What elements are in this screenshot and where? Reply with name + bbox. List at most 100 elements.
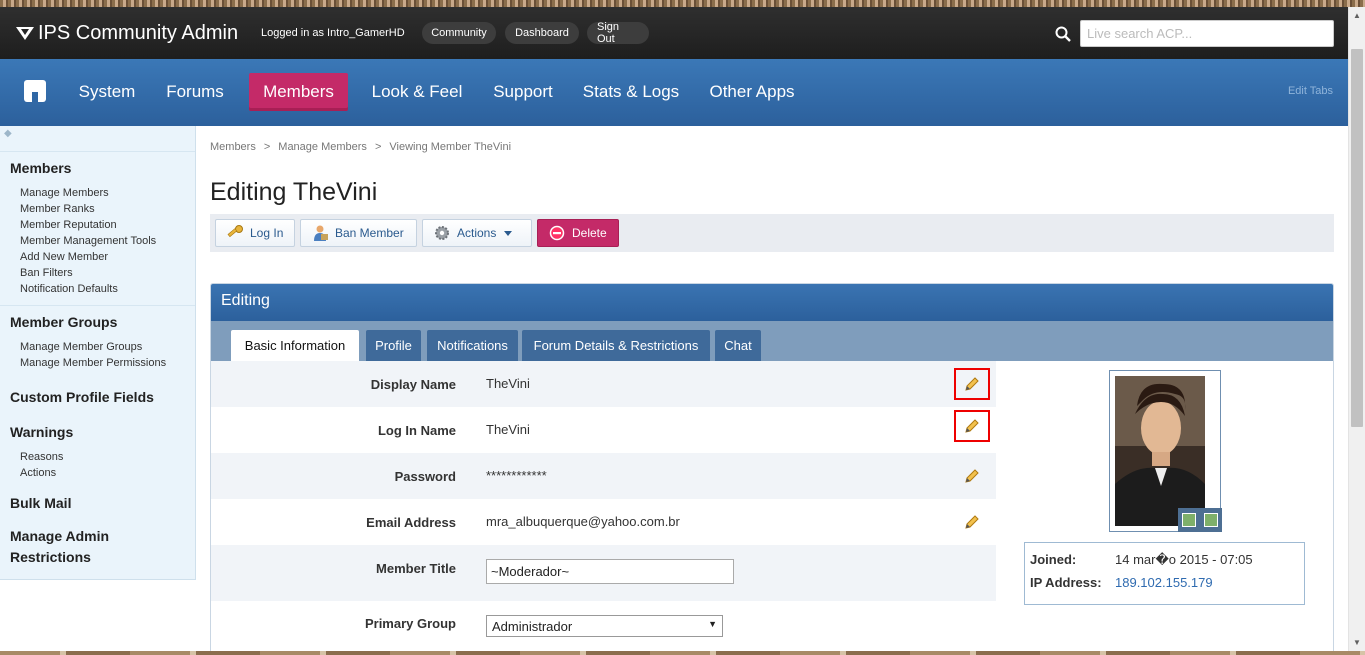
page-title: Editing TheVini [210,178,378,206]
sidebar-item-ban-filters[interactable]: Ban Filters [20,265,195,281]
tab-forum-details-restrictions[interactable]: Forum Details & Restrictions [522,330,710,361]
sidebar-group-title[interactable]: Manage Admin Restrictions [10,526,120,568]
bottom-decor-stripe [0,651,1365,655]
form-row-password: Password ************ [211,453,996,499]
delete-label: Delete [572,226,607,240]
avatar-actions [1178,508,1222,532]
ip-label: IP Address: [1030,575,1102,590]
tab-notifications[interactable]: Notifications [427,330,518,361]
form-row-email: Email Address mra_albuquerque@yahoo.com.… [211,499,996,545]
primary-group-select[interactable]: Administrador ▼ [486,615,723,637]
nav-tab-forums[interactable]: Forums [157,73,233,111]
app-title: IPS Community Admin [38,21,239,44]
editing-panel: Editing Basic Information Profile Notifi… [210,283,1334,655]
sidebar-group-title[interactable]: Members [10,158,195,179]
member-toolbar: Log In Ban Member Actions Delete [210,214,1334,252]
sidebar-item-actions[interactable]: Actions [20,465,195,481]
joined-value: 14 mar�o 2015 - 07:05 [1115,552,1253,567]
scroll-down-icon[interactable]: ▼ [1349,634,1365,651]
sidebar-item-member-management-tools[interactable]: Member Management Tools [20,233,195,249]
delete-icon [549,225,565,241]
breadcrumb-separator: > [374,141,382,153]
form-row-member-title: Member Title [211,545,996,601]
nav-tab-look-feel[interactable]: Look & Feel [364,73,470,111]
tab-profile[interactable]: Profile [366,330,421,361]
edit-login-name-button[interactable] [954,410,990,442]
admin-header: IPS Community Admin Logged in as Intro_G… [0,7,1348,59]
sidebar-collapse-icon[interactable]: ◆ [0,126,195,152]
primary-group-value: Administrador [492,619,573,634]
sidebar: ◆ Members Manage Members Member Ranks Me… [0,126,196,580]
login-name-label: Log In Name [377,423,456,438]
sidebar-item-member-reputation[interactable]: Member Reputation [20,217,195,233]
sidebar-item-manage-member-permissions[interactable]: Manage Member Permissions [20,355,195,371]
sidebar-item-member-ranks[interactable]: Member Ranks [20,201,195,217]
password-value: ************ [486,468,547,483]
tab-chat[interactable]: Chat [715,330,761,361]
sidebar-group-title[interactable]: Member Groups [10,312,195,333]
email-value: mra_albuquerque@yahoo.com.br [486,514,680,529]
community-link[interactable]: Community [422,22,496,44]
nav-tab-stats-logs[interactable]: Stats & Logs [576,73,686,111]
ip-row: IP Address: 189.102.155.179 [1030,575,1299,598]
login-as-button[interactable]: Log In [215,219,295,247]
form-row-display-name: Display Name TheVini [211,361,996,407]
breadcrumb-manage-members[interactable]: Manage Members [278,141,367,153]
sidebar-item-manage-members[interactable]: Manage Members [20,185,195,201]
home-icon[interactable] [24,80,46,102]
sidebar-item-notification-defaults[interactable]: Notification Defaults [20,281,195,297]
joined-label: Joined: [1030,552,1077,567]
sidebar-group-custom-profile-fields: Custom Profile Fields [0,379,195,408]
actions-dropdown[interactable]: Actions [422,219,532,247]
app-logo[interactable]: IPS Community Admin [16,21,238,45]
nav-tab-members[interactable]: Members [249,73,348,111]
email-label: Email Address [366,515,456,530]
top-decor-stripe [0,0,1365,7]
scroll-up-icon[interactable]: ▲ [1349,7,1365,24]
delete-member-button[interactable]: Delete [537,219,619,247]
dashboard-link[interactable]: Dashboard [505,22,579,44]
sidebar-group-title[interactable]: Bulk Mail [10,493,195,514]
sidebar-item-add-new-member[interactable]: Add New Member [20,249,195,265]
nav-tab-system[interactable]: System [66,73,148,111]
ban-member-button[interactable]: Ban Member [300,219,417,247]
live-search-input[interactable] [1080,20,1334,47]
edit-display-name-button[interactable] [954,368,990,400]
form-row-login-name: Log In Name TheVini [211,407,996,453]
remove-photo-icon[interactable] [1182,513,1196,527]
nav-tab-other-apps[interactable]: Other Apps [701,73,803,111]
sidebar-group-title[interactable]: Warnings [10,422,195,443]
edit-tabs-link[interactable]: Edit Tabs [1288,85,1333,97]
form-row-primary-group: Primary Group Administrador ▼ [211,601,996,654]
search-icon[interactable] [1055,26,1071,42]
breadcrumb-separator: > [263,141,271,153]
tab-basic-information[interactable]: Basic Information [231,330,359,361]
member-info-box: Joined: 14 mar�o 2015 - 07:05 IP Address… [1024,542,1305,605]
page-scrollbar[interactable]: ▲ ▼ [1348,7,1365,651]
avatar-portrait-image [1115,376,1205,526]
sidebar-item-manage-member-groups[interactable]: Manage Member Groups [20,339,195,355]
sign-out-link[interactable]: Sign Out [587,21,649,45]
breadcrumb-members[interactable]: Members [210,141,256,153]
sidebar-group-warnings: Warnings Reasons Actions [0,414,195,481]
panel-tabs: Basic Information Profile Notifications … [211,321,1333,361]
scroll-thumb[interactable] [1351,49,1363,427]
member-title-input[interactable] [486,559,734,584]
sidebar-group-members: Members Manage Members Member Ranks Memb… [0,152,195,306]
member-avatar [1109,370,1222,532]
change-photo-icon[interactable] [1204,513,1218,527]
gear-icon [435,226,449,240]
pencil-icon [965,515,979,529]
sidebar-group-manage-admin-restrictions: Manage Admin Restrictions [0,520,120,568]
edit-email-button[interactable] [954,506,990,538]
ip-address-link[interactable]: 189.102.155.179 [1115,575,1213,590]
pencil-icon [965,377,979,391]
key-icon [227,225,243,238]
sidebar-item-reasons[interactable]: Reasons [20,449,195,465]
chevron-down-icon [504,230,513,236]
sidebar-group-title[interactable]: Custom Profile Fields [10,387,195,408]
nav-tab-support[interactable]: Support [485,73,561,111]
edit-password-button[interactable] [954,460,990,492]
login-name-value: TheVini [486,422,530,437]
display-name-value: TheVini [486,376,530,391]
